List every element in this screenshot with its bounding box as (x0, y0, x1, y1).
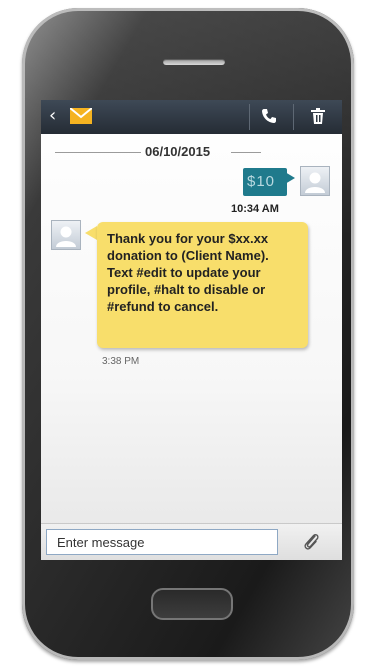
received-message-text: Thank you for your $xx.xx donation to (C… (107, 231, 269, 314)
phone-icon[interactable] (261, 108, 277, 124)
phone-screen: ‹ 06/10/2015 $10 10:34 AM Thank you for … (41, 100, 342, 560)
composer-bar: Enter message (41, 523, 342, 560)
sender-avatar[interactable] (300, 166, 330, 196)
sent-bubble-tail (285, 172, 295, 184)
received-bubble-tail (85, 226, 97, 240)
sent-message-time: 10:34 AM (231, 203, 279, 215)
earpiece-speaker (163, 59, 225, 65)
date-separator: 06/10/2015 (41, 144, 342, 160)
home-button[interactable] (151, 588, 233, 620)
envelope-icon (70, 108, 92, 124)
sent-message-text: $10 (247, 173, 276, 190)
trash-icon[interactable] (311, 108, 325, 124)
date-rule-right (231, 152, 261, 153)
person-icon (305, 172, 325, 193)
messaging-topbar: ‹ (41, 100, 342, 134)
paperclip-icon[interactable] (303, 532, 321, 552)
received-message-time: 3:38 PM (102, 356, 140, 367)
chevron-left-icon[interactable]: ‹ (49, 106, 56, 126)
person-icon (56, 226, 76, 247)
message-input-placeholder: Enter message (57, 535, 145, 550)
topbar-divider (293, 104, 294, 130)
recipient-avatar[interactable] (51, 220, 81, 250)
date-rule-left (55, 152, 141, 153)
topbar-divider (249, 104, 250, 130)
message-input[interactable]: Enter message (46, 529, 278, 555)
stage: ‹ 06/10/2015 $10 10:34 AM Thank you for … (0, 0, 374, 666)
conversation-date: 06/10/2015 (145, 144, 211, 159)
